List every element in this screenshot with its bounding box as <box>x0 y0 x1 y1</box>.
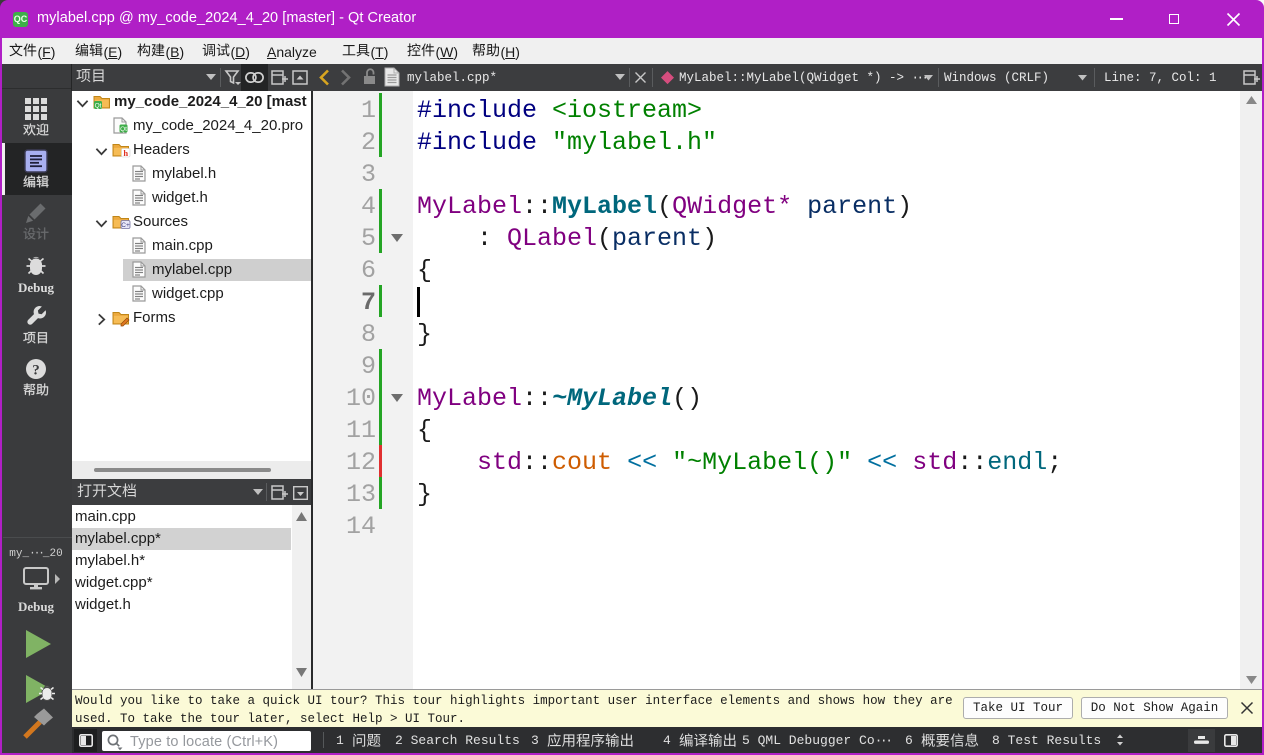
svg-text:C+: C+ <box>121 222 130 229</box>
svg-text:?: ? <box>32 363 40 379</box>
svg-text:Qt: Qt <box>120 126 127 133</box>
svg-text:h: h <box>123 148 128 158</box>
svg-text:Qt: Qt <box>95 103 102 110</box>
